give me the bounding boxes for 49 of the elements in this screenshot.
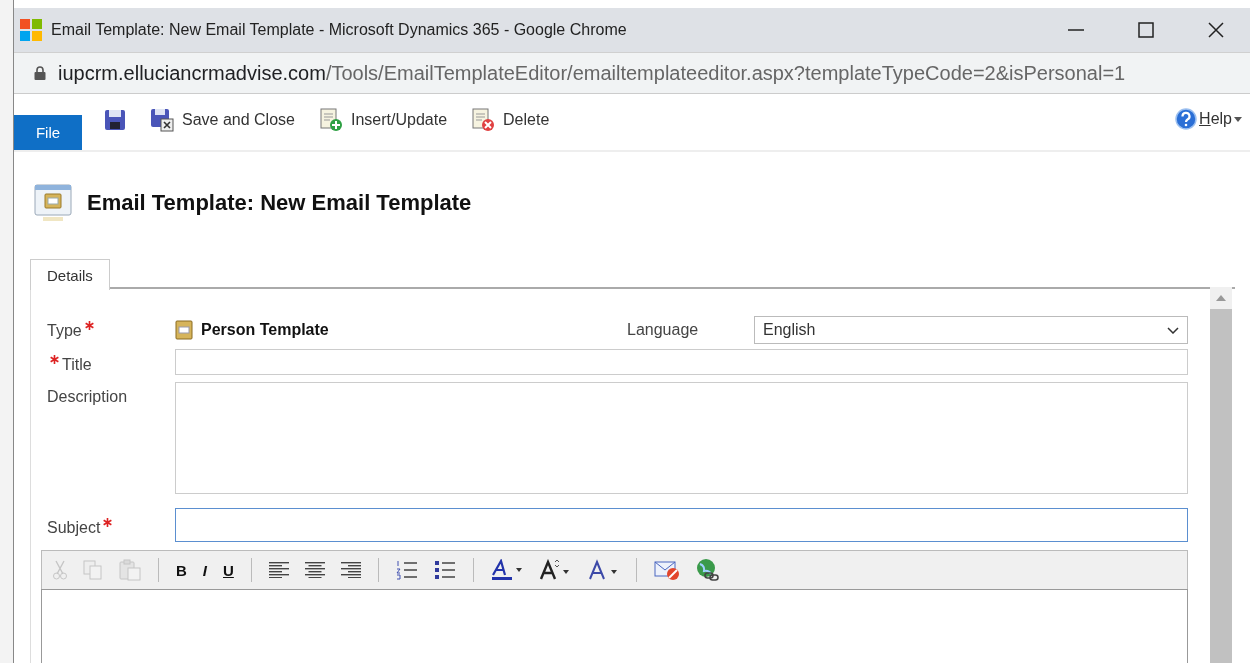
caret-icon — [1234, 116, 1242, 122]
title-input[interactable] — [175, 349, 1188, 375]
window-title: Email Template: New Email Template - Microsoft Dynamics 365 - Google Chrome — [51, 21, 628, 39]
lock-icon — [34, 66, 46, 80]
underline-button[interactable]: U — [220, 555, 237, 585]
delete-button[interactable]: Delete — [471, 108, 550, 132]
save-close-icon — [150, 108, 174, 132]
subject-input[interactable] — [175, 508, 1188, 542]
maximize-icon[interactable] — [1138, 22, 1154, 38]
italic-button[interactable]: I — [199, 555, 210, 585]
file-tab[interactable]: File — [14, 115, 82, 150]
save-close-button[interactable]: Save and Close — [150, 108, 295, 132]
envelope-blocked-icon — [653, 559, 680, 581]
bulleted-list-icon — [433, 560, 456, 580]
document-delete-icon — [471, 108, 496, 132]
chevron-down-icon — [1167, 326, 1179, 334]
logo-icon — [20, 19, 42, 41]
help-icon — [1175, 108, 1198, 130]
field-label: Language — [627, 321, 700, 339]
scissors-icon — [53, 560, 67, 580]
save-icon[interactable] — [104, 109, 126, 131]
page-title: Email Template: New Email Template — [87, 190, 472, 216]
document-add-icon — [318, 108, 343, 132]
align-center-icon — [304, 562, 325, 578]
bold-button[interactable]: B — [173, 555, 190, 585]
numbered-list-icon — [395, 560, 418, 580]
template-icon — [175, 320, 193, 340]
highlight-icon — [490, 559, 523, 581]
copy-icon — [83, 560, 103, 580]
description-input[interactable] — [175, 382, 1188, 494]
help-button[interactable]: Help — [1175, 108, 1242, 130]
insert-button[interactable]: Insert/Update — [318, 108, 448, 132]
type-value: Person Template — [201, 321, 329, 339]
globe-link-icon — [695, 558, 720, 582]
scrollbar[interactable] — [1210, 287, 1232, 663]
font-size-icon — [538, 559, 571, 581]
field-label: Title — [47, 349, 175, 374]
field-label: Description — [47, 387, 129, 406]
close-icon[interactable] — [1208, 22, 1224, 38]
align-left-icon — [268, 562, 289, 578]
field-label: Subject — [47, 508, 175, 537]
language-dropdown[interactable]: English — [754, 316, 1188, 344]
url-text: iupcrm.elluciancrmadvise.com/Tools/EmailTemplateEditor/emailtemplateeditor.aspx?templateTypeCode=2&isPersonal=1 — [58, 61, 1126, 85]
details-tab[interactable]: Details — [30, 259, 110, 290]
field-label: Type — [47, 320, 175, 340]
address-bar[interactable]: iupcrm.elluciancrmadvise.com/Tools/EmailTemplateEditor/emailtemplateeditor.aspx?templateTypeCode=2&isPersonal=1 — [14, 52, 1250, 94]
font-color-icon — [586, 559, 619, 581]
align-right-icon — [340, 562, 361, 578]
paste-icon — [119, 559, 141, 581]
